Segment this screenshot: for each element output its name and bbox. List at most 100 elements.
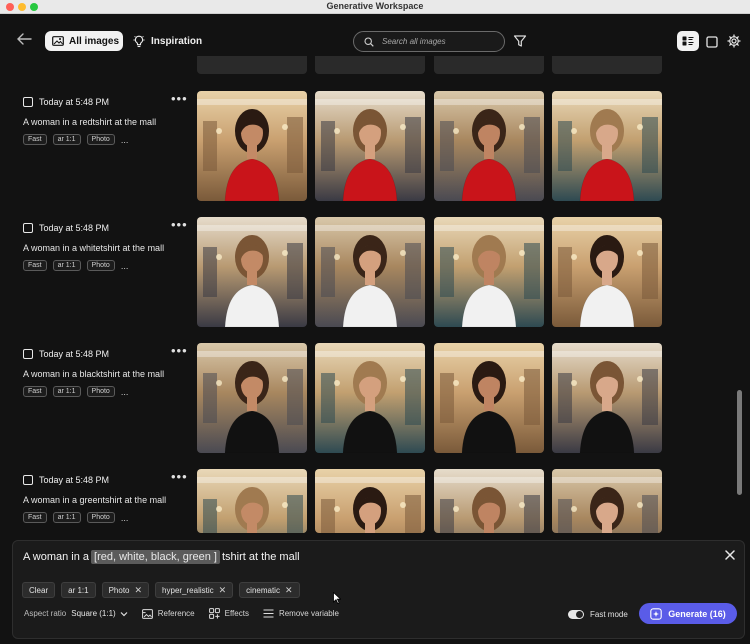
previous-image-stub[interactable] — [197, 56, 307, 74]
lightbulb-icon — [133, 35, 145, 47]
group-more-options-button[interactable]: ••• — [171, 91, 188, 106]
generated-image[interactable] — [315, 91, 425, 201]
prompt-input[interactable]: A woman in a [red, white, black, green ]… — [23, 550, 300, 564]
generated-image[interactable] — [315, 469, 425, 533]
group-tags-more[interactable]: ... — [121, 135, 129, 144]
group-tags-more[interactable]: ... — [121, 387, 129, 396]
prompt-prefix: A woman in a — [23, 551, 90, 563]
generated-image[interactable] — [434, 91, 544, 201]
group-tags: Fast ar 1:1 Photo ... — [23, 512, 128, 523]
generated-image[interactable] — [552, 217, 662, 327]
group-tag: Photo — [86, 134, 115, 145]
generated-image[interactable] — [315, 343, 425, 453]
fast-mode: Fast mode — [568, 610, 628, 619]
portrait-image — [197, 217, 307, 327]
remove-variable-label: Remove variable — [278, 609, 339, 618]
remove-chip-icon[interactable]: ✕ — [219, 585, 227, 596]
fast-mode-toggle[interactable] — [568, 610, 584, 619]
chip-label: hyper_realistic — [162, 585, 214, 595]
select-group-checkbox[interactable] — [23, 475, 33, 485]
close-icon — [725, 550, 735, 560]
portrait-image — [434, 217, 544, 327]
search-icon — [364, 36, 374, 47]
generated-image[interactable] — [315, 217, 425, 327]
mouse-pointer-icon — [333, 592, 341, 604]
previous-image-stub[interactable] — [434, 56, 544, 74]
reference-button[interactable]: Reference — [141, 608, 195, 619]
generate-label: Generate (16) — [668, 608, 726, 619]
aspect-ratio-value: Square (1:1) — [71, 609, 116, 618]
select-group-checkbox[interactable] — [23, 223, 33, 233]
fast-mode-label: Fast mode — [590, 610, 628, 619]
grid-view-button[interactable] — [677, 31, 699, 51]
group-header: Today at 5:48 PM — [23, 475, 109, 485]
group-timestamp: Today at 5:48 PM — [39, 97, 110, 107]
list-icon — [263, 609, 274, 618]
prompt-options: Aspect ratio Square (1:1) Reference Effe… — [24, 608, 353, 619]
style-chip[interactable]: ar 1:1 — [61, 582, 96, 598]
style-chip[interactable]: Photo ✕ — [101, 582, 150, 598]
portrait-image — [197, 469, 307, 533]
generated-image[interactable] — [197, 469, 307, 533]
filter-button[interactable] — [513, 34, 527, 48]
chip-label: Photo — [108, 585, 130, 595]
group-tags: Fast ar 1:1 Photo ... — [23, 260, 128, 271]
feed-scrollbar[interactable] — [737, 390, 742, 495]
generation-group: Today at 5:48 PM ••• A woman in a redtsh… — [0, 91, 750, 223]
group-more-options-button[interactable]: ••• — [171, 217, 188, 232]
remove-chip-icon[interactable]: ✕ — [285, 585, 293, 596]
generated-image[interactable] — [197, 343, 307, 453]
remove-variable-button[interactable]: Remove variable — [263, 609, 339, 618]
previous-image-stub[interactable] — [552, 56, 662, 74]
generated-image[interactable] — [197, 217, 307, 327]
group-tag: ar 1:1 — [52, 512, 81, 523]
sparkle-icon — [650, 607, 662, 620]
group-tag: Photo — [86, 512, 115, 523]
effects-icon — [208, 608, 220, 619]
generated-image[interactable] — [434, 343, 544, 453]
group-more-options-button[interactable]: ••• — [171, 343, 188, 358]
style-chip[interactable]: cinematic ✕ — [239, 582, 300, 598]
group-header: Today at 5:48 PM — [23, 223, 109, 233]
single-view-button[interactable] — [706, 35, 718, 48]
remove-chip-icon[interactable]: ✕ — [135, 585, 143, 596]
group-tag: Fast — [23, 386, 47, 397]
group-more-options-button[interactable]: ••• — [171, 469, 188, 484]
settings-button[interactable] — [727, 34, 741, 48]
group-tags: Fast ar 1:1 Photo ... — [23, 386, 128, 397]
back-button[interactable] — [16, 32, 34, 48]
portrait-image — [552, 469, 662, 533]
previous-image-stub[interactable] — [315, 56, 425, 74]
group-tags-more[interactable]: ... — [121, 513, 129, 522]
group-tags-more[interactable]: ... — [121, 261, 129, 270]
aspect-ratio-select[interactable]: Square (1:1) — [71, 609, 128, 618]
generated-image[interactable] — [197, 91, 307, 201]
reference-label: Reference — [157, 609, 195, 618]
generation-group: Today at 5:48 PM ••• A woman in a blackt… — [0, 343, 750, 475]
generated-image[interactable] — [552, 91, 662, 201]
portrait-image — [434, 343, 544, 453]
generated-image[interactable] — [434, 217, 544, 327]
generate-button[interactable]: Generate (16) — [639, 603, 737, 624]
aspect-ratio-label: Aspect ratio — [24, 609, 67, 618]
clear-chips-button[interactable]: Clear — [22, 582, 56, 598]
select-group-checkbox[interactable] — [23, 349, 33, 359]
generated-image[interactable] — [434, 469, 544, 533]
tab-all-images[interactable]: All images — [45, 31, 123, 51]
filter-icon — [513, 35, 527, 47]
portrait-image — [197, 91, 307, 201]
generated-image[interactable] — [552, 343, 662, 453]
gear-icon — [727, 34, 741, 48]
clear-prompt-button[interactable] — [725, 548, 735, 563]
app-window: Generative Workspace All images Inspirat… — [0, 0, 750, 644]
tab-inspiration-label: Inspiration — [151, 35, 203, 47]
generated-image[interactable] — [552, 469, 662, 533]
tab-inspiration[interactable]: Inspiration — [133, 31, 202, 51]
effects-button[interactable]: Effects — [208, 608, 249, 619]
prompt-variable[interactable]: [red, white, black, green ] — [91, 550, 220, 564]
search-input[interactable] — [382, 37, 492, 46]
style-chips: Clear ar 1:1 Photo ✕ hyper_realistic ✕ cinemat… — [22, 582, 300, 598]
tab-all-images-label: All images — [69, 35, 120, 47]
select-group-checkbox[interactable] — [23, 97, 33, 107]
style-chip[interactable]: hyper_realistic ✕ — [155, 582, 234, 598]
